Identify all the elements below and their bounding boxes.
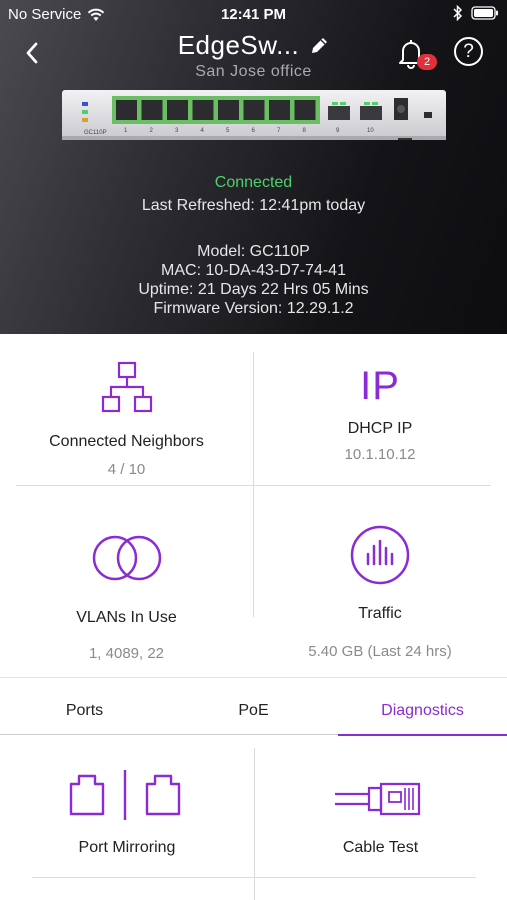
tab-poe[interactable]: PoE [169,678,338,736]
tile-value: 1, 4089, 22 [88,645,165,662]
switch-device-image: GC110P 12345678 9 10 [62,90,446,140]
dhcp-ip-tile[interactable]: IP DHCP IP 10.1.10.12 [253,356,507,484]
last-refreshed: Last Refreshed: 12:41pm today [141,197,366,214]
rj45-port [116,100,137,120]
tile-value: 5.40 GB (Last 24 hrs) [308,643,452,660]
rj45-port [269,100,290,120]
tile-value: 10.1.10.12 [344,446,416,463]
device-mac: MAC: 10-DA-43-D7-74-41 [161,262,346,279]
tab-bar: Ports PoE Diagnostics [0,677,507,736]
status-bar: No Service 12:41 PM [0,0,507,28]
tile-label: Traffic [358,605,402,622]
sfp-port-number: 10 [367,128,374,134]
tile-label: Cable Test [342,839,419,856]
help-button[interactable]: ? [454,37,483,66]
device-firmware: Firmware Version: 12.29.1.2 [153,300,354,317]
tile-label: Connected Neighbors [49,433,204,450]
notification-badge: 2 [417,54,437,70]
tile-label: Port Mirroring [78,839,176,856]
tile-label: VLANs In Use [76,609,177,626]
bluetooth-icon [453,5,463,21]
edit-pencil-icon[interactable] [309,36,329,56]
port-mirroring-icon [69,770,181,820]
clock: 12:41 PM [220,6,287,23]
tile-divider [32,877,476,878]
connected-neighbors-tile[interactable]: Connected Neighbors 4 / 10 [0,356,253,484]
traffic-chart-icon [350,525,410,585]
traffic-tile[interactable]: Traffic 5.40 GB (Last 24 hrs) [253,486,507,676]
tab-ports[interactable]: Ports [0,678,169,736]
rj45-port [192,100,214,120]
ethernet-cable-icon [334,782,420,816]
rj45-port [141,100,163,120]
ip-icon: IP [360,364,400,408]
vlan-overlap-icon [92,535,161,581]
device-header: No Service 12:41 PM EdgeSw... San Jose o… [0,0,507,334]
port-mirroring-tile[interactable]: Port Mirroring [0,760,254,875]
network-topology-icon [101,361,152,413]
tile-value: 4 / 10 [107,461,146,478]
device-model: Model: GC110P [197,243,310,260]
rj45-port [167,100,188,120]
rj45-port [218,100,239,120]
switch-model-label: GC110P [84,130,107,136]
rj45-port [243,100,265,120]
device-uptime: Uptime: 21 Days 22 Hrs 05 Mins [138,281,369,298]
connection-status: Connected [214,174,293,191]
tile-label: DHCP IP [347,420,413,437]
rj45-port [294,100,316,120]
battery-icon [471,6,498,20]
tab-diagnostics[interactable]: Diagnostics [338,678,507,736]
vlans-tile[interactable]: VLANs In Use 1, 4089, 22 [0,486,253,676]
device-name: EdgeSw... [177,30,300,60]
cable-test-tile[interactable]: Cable Test [254,760,507,875]
